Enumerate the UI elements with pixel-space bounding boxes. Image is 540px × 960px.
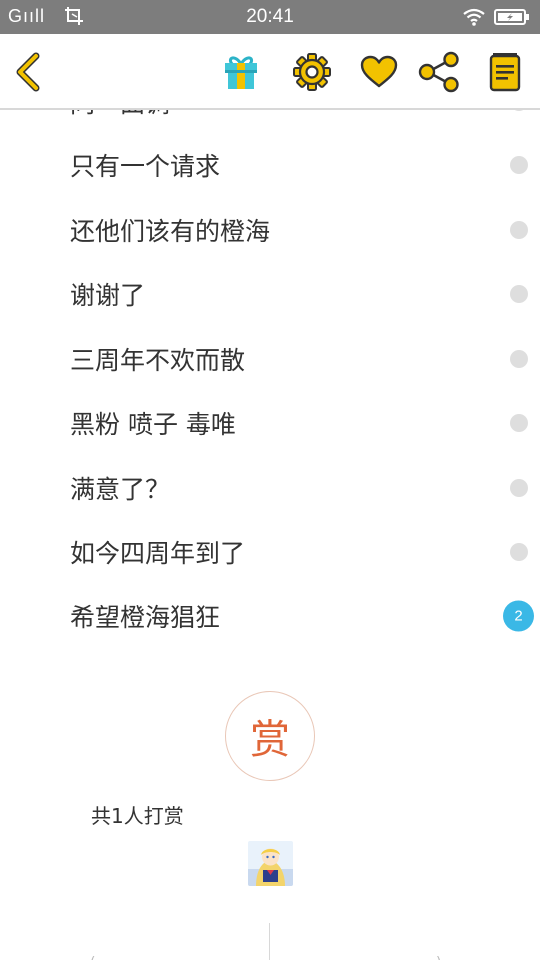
decorative-arc: (	[90, 955, 95, 960]
list-item-text: 满意了？	[70, 475, 171, 504]
list-item[interactable]: 满意了？	[0, 456, 540, 520]
reward-button[interactable]: 赏	[225, 691, 315, 781]
status-dot	[510, 479, 528, 497]
gift-button[interactable]	[218, 34, 264, 110]
list-item-text: 希望橙海猖狂	[70, 603, 221, 632]
divider	[269, 923, 270, 960]
reward-count-text: 共1人打赏	[91, 804, 184, 828]
list-item-text: 只有一个请求	[70, 152, 221, 181]
list-item[interactable]: 同一曲调	[0, 110, 540, 134]
status-dot	[510, 110, 528, 111]
list-item[interactable]: 三周年不欢而散	[0, 327, 540, 391]
status-bar: Gııll 20:41	[0, 0, 540, 34]
status-dot	[510, 414, 528, 432]
clock: 20:41	[246, 6, 294, 27]
decorative-arc: )	[436, 955, 441, 960]
avatar-image	[248, 841, 293, 886]
back-chevron-icon	[16, 52, 40, 92]
avatar[interactable]	[248, 841, 293, 886]
list-item-text: 三周年不欢而散	[70, 346, 246, 375]
list-item[interactable]: 谢谢了	[0, 262, 540, 326]
gear-icon	[293, 53, 331, 91]
book-icon	[489, 53, 521, 92]
reward-button-label: 赏	[250, 717, 290, 763]
list-item-text: 还他们该有的橙海	[70, 217, 271, 246]
share-icon	[418, 51, 459, 93]
comment-list: 同一曲调 只有一个请求 还他们该有的橙海 谢谢了 三周年不欢而散 黑粉 喷子 毒…	[0, 110, 540, 960]
list-item[interactable]: 还他们该有的橙海	[0, 198, 540, 262]
status-dot	[510, 156, 528, 174]
top-nav-bar	[0, 34, 540, 110]
list-item-text: 谢谢了	[70, 281, 146, 310]
status-dot	[510, 221, 528, 239]
back-button[interactable]	[6, 34, 50, 110]
status-dot	[510, 285, 528, 303]
list-item[interactable]: 如今四周年到了	[0, 520, 540, 584]
settings-button[interactable]	[289, 34, 335, 110]
share-button[interactable]	[414, 34, 464, 110]
heart-icon	[360, 55, 398, 88]
favorite-button[interactable]	[356, 34, 402, 110]
list-item-text: 如今四周年到了	[70, 539, 246, 568]
list-item[interactable]: 只有一个请求	[0, 133, 540, 197]
status-dot	[510, 350, 528, 368]
battery-icon	[494, 9, 529, 25]
list-item[interactable]: 希望橙海猖狂 2	[0, 584, 540, 648]
status-dot	[510, 543, 528, 561]
list-item-text: 黑粉 喷子 毒唯	[70, 410, 236, 439]
gift-icon	[225, 56, 257, 89]
comment-count-badge[interactable]: 2	[503, 600, 534, 632]
wifi-icon	[463, 8, 485, 26]
list-item-text: 同一曲调	[70, 110, 170, 120]
catalog-button[interactable]	[482, 34, 528, 110]
list-item[interactable]: 黑粉 喷子 毒唯	[0, 391, 540, 455]
